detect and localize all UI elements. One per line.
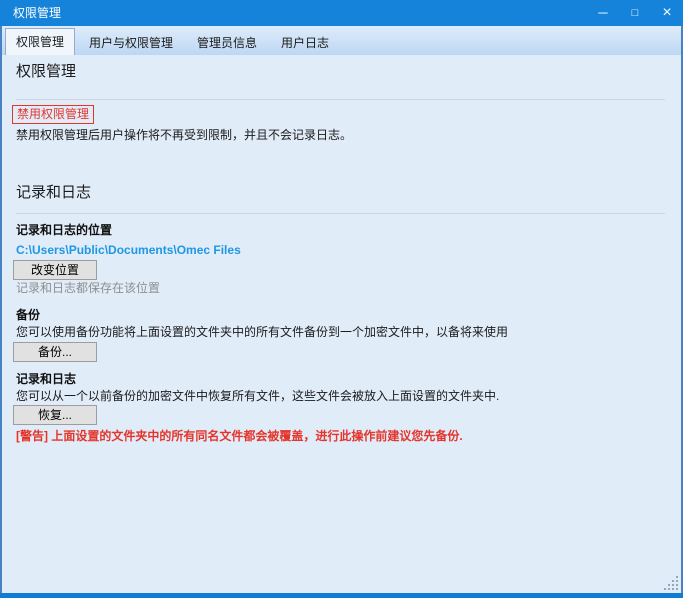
resize-grip[interactable] bbox=[664, 576, 679, 591]
divider bbox=[16, 99, 665, 100]
logs-section-title: 记录和日志 bbox=[16, 183, 665, 203]
backup-label: 备份 bbox=[16, 308, 665, 322]
restore-description: 您可以从一个以前备份的加密文件中恢复所有文件，这些文件会被放入上面设置的文件夹中… bbox=[16, 389, 665, 403]
restore-button[interactable]: 恢复... bbox=[13, 405, 97, 425]
backup-description: 您可以使用备份功能将上面设置的文件夹中的所有文件备份到一个加密文件中，以备将来使… bbox=[16, 325, 665, 339]
restore-label: 记录和日志 bbox=[16, 372, 665, 386]
minimize-icon[interactable]: ─ bbox=[587, 0, 619, 26]
disable-permission-description: 禁用权限管理后用户操作将不再受到限制，并且不会记录日志。 bbox=[16, 128, 665, 142]
change-location-button[interactable]: 改变位置 bbox=[13, 260, 97, 280]
backup-button[interactable]: 备份... bbox=[13, 342, 97, 362]
window-title: 权限管理 bbox=[0, 0, 587, 26]
log-location-path-link[interactable]: C:\Users\Public\Documents\Omec Files bbox=[16, 244, 665, 257]
tab-admin-info[interactable]: 管理员信息 bbox=[187, 32, 267, 55]
tab-users-and-permissions[interactable]: 用户与权限管理 bbox=[79, 32, 183, 55]
log-location-note: 记录和日志都保存在该位置 bbox=[16, 282, 665, 295]
tab-page-content: 权限管理 禁用权限管理 禁用权限管理后用户操作将不再受到限制，并且不会记录日志。… bbox=[2, 55, 681, 593]
window-bottom-border bbox=[0, 593, 683, 598]
permission-section-title: 权限管理 bbox=[16, 62, 665, 82]
tab-user-logs[interactable]: 用户日志 bbox=[271, 32, 339, 55]
tab-permission-management[interactable]: 权限管理 bbox=[5, 28, 75, 55]
disable-permission-link[interactable]: 禁用权限管理 bbox=[12, 105, 94, 124]
maximize-icon[interactable]: □ bbox=[619, 0, 651, 26]
log-location-label: 记录和日志的位置 bbox=[16, 223, 665, 237]
titlebar: 权限管理 ─ □ × bbox=[0, 0, 683, 26]
window-controls: ─ □ × bbox=[587, 0, 683, 26]
restore-warning-text: [警告] 上面设置的文件夹中的所有同名文件都会被覆盖，进行此操作前建议您先备份. bbox=[16, 429, 665, 443]
close-icon[interactable]: × bbox=[651, 0, 683, 26]
permission-manager-window: 权限管理 ─ □ × 权限管理 用户与权限管理 管理员信息 用户日志 权限管理 … bbox=[0, 0, 683, 598]
divider bbox=[16, 213, 665, 214]
window-body: 权限管理 用户与权限管理 管理员信息 用户日志 权限管理 禁用权限管理 禁用权限… bbox=[0, 26, 683, 593]
tab-bar: 权限管理 用户与权限管理 管理员信息 用户日志 bbox=[2, 26, 681, 55]
